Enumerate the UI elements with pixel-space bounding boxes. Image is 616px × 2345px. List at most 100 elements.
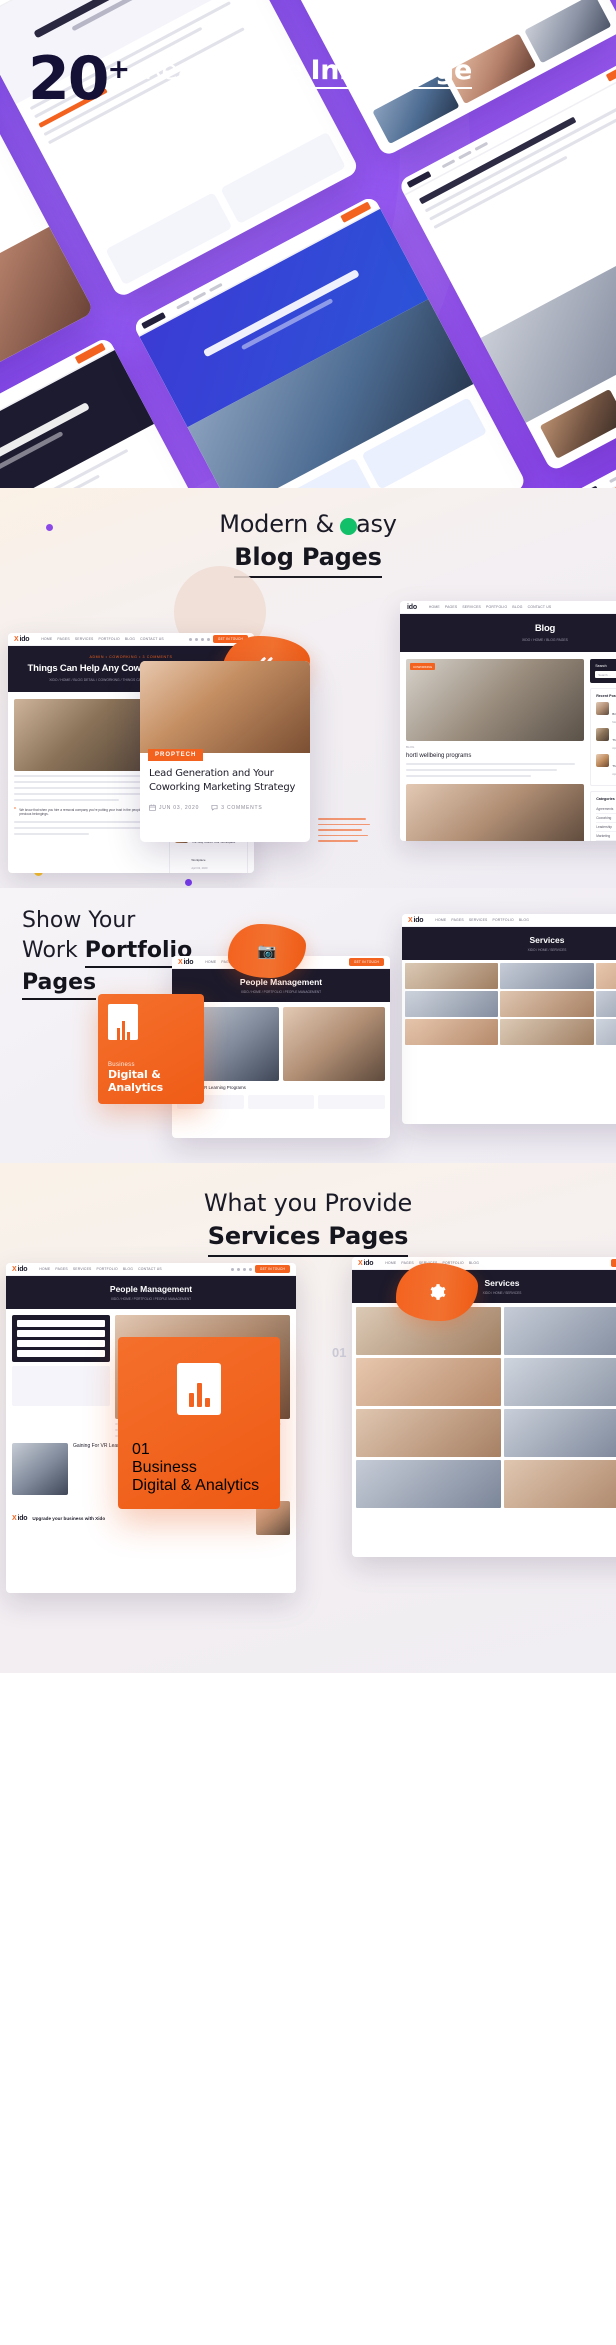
gallery-item[interactable] [500,1019,594,1045]
services-right-mockup[interactable]: Xido HOME PAGES SERVICES PORTFOLIO BLOG … [352,1257,616,1557]
post-image: COWORKING [406,659,585,741]
blog-list-title: Blog [534,623,556,634]
services-card-number: 01 [132,1441,150,1458]
search-widget: Search Search ... [590,659,616,683]
people-right [283,1007,385,1090]
featured-card-title[interactable]: Lead Generation and Your Coworking Marke… [149,767,301,795]
social-icon[interactable] [188,637,192,641]
services-navbar: Xido HOME PAGES SERVICES PORTFOLIO BLOG … [402,914,616,927]
recent-post-item[interactable]: Things Can Help Any Coworking Flourish A… [596,728,616,750]
portfolio-orange-card[interactable]: Business Digital & Analytics [98,994,204,1104]
left-navbar: Xido HOME PAGES SERVICES PORTFOLIO BLOG … [6,1263,296,1276]
portfolio-card-title: Digital & Analytics [108,1068,164,1094]
get-in-touch-button[interactable]: GET IN TOUCH [254,1265,290,1273]
menu-item[interactable] [17,1320,106,1327]
menu-item[interactable] [17,1340,106,1347]
recent-post-title: Things Can Help Any Coworking Flourish A… [612,738,616,742]
gallery-item[interactable] [595,963,616,989]
blog-detail-navbar: Xido HOME PAGES SERVICES PORTFOLIO BLOG … [8,633,254,646]
categories-widget: Categories Agreements› Coworking› Leader… [590,791,616,841]
services-page-mockup[interactable]: Xido HOME PAGES SERVICES PORTFOLIO BLOG … [402,914,616,1124]
promo-page: 350m50k+ [0,0,616,2345]
gallery-item[interactable] [500,963,594,989]
hero-headline-underline: Inner Page [310,55,472,89]
gallery-item[interactable] [595,1019,616,1045]
nav-links[interactable]: HOME PAGES SERVICES PORTFOLIO BLOG [435,918,529,922]
nav-links[interactable]: HOME PAGES SERVICES PORTFOLIO BLOG CONTA… [41,637,163,641]
social-icon[interactable] [242,1267,246,1271]
recent-post-date: April 02, 2020 [191,867,208,870]
services-breadcrumb: XIDO / HOME / SERVICES [527,948,567,952]
gallery-item[interactable] [503,1460,616,1508]
mockup-logo [573,484,599,488]
recent-post-thumb [596,728,610,741]
feature-box [318,1095,385,1109]
blog-heading-line2: Blog Pages [234,540,382,578]
gallery-item[interactable] [503,1307,616,1355]
social-icon[interactable] [206,637,210,641]
gallery-item[interactable] [356,1460,501,1508]
blog-list-mockup[interactable]: ido HOME PAGES SERVICES PORTFOLIO BLOG C… [400,601,616,841]
menu-item[interactable] [17,1330,106,1337]
services-heading: What you Provide Services Pages [0,1163,616,1257]
gallery-item[interactable] [356,1358,501,1406]
hero-headline: Reay to Use Inner Page Layouts [144,50,474,122]
gallery-item[interactable] [500,991,594,1017]
gallery-item[interactable] [405,991,499,1017]
categories-title: Categories [596,797,615,801]
blog-list-sidebar: Search Search ... Recent Post Bringing a… [590,659,616,841]
nav-links[interactable]: HOME PAGES SERVICES PORTFOLIO BLOG CONTA… [429,605,551,609]
social-icon[interactable] [194,637,198,641]
social-icon[interactable] [230,1267,234,1271]
nav-links[interactable]: HOME PAGES SERVICES PORTFOLIO BLOG CONTA… [39,1267,161,1271]
category-item[interactable]: Leadership› [596,823,616,832]
recent-post-thumb [596,754,610,767]
post-kicker: ADMIN • COWORKING • 3 COMMENTS [89,655,173,659]
decorative-wave-lines [318,818,370,846]
nav-right: GET IN TOUCH [348,958,384,966]
get-in-touch-button[interactable]: GET IN TOUCH [348,958,384,966]
category-item[interactable]: Marketing› [596,832,616,841]
get-in-touch-button[interactable]: GET IN TOUCH [610,1259,616,1267]
category-item[interactable]: Agreements› [596,805,616,814]
left-menu-box [12,1315,111,1362]
social-icon[interactable] [248,1267,252,1271]
gallery-item[interactable] [595,991,616,1017]
hero-title: 20+ Reay to Use Inner Page Layouts [28,49,474,122]
people-page-mockup[interactable]: Xido HOME PAGES SERVICES PORTFOLIO GET I… [172,956,390,1138]
category-item[interactable]: Coworking› [596,814,616,823]
recent-post-date: April 02, 2020 [612,773,616,776]
mockup-nav-links [608,456,616,483]
featured-card-meta: JUN 03, 2020 3 COMMENTS [149,804,301,811]
gallery-item[interactable] [356,1409,501,1457]
search-input[interactable]: Search ... [595,671,616,678]
social-icon[interactable] [236,1267,240,1271]
recent-posts-widget: Recent Post Bringing an inclement wellbe… [590,688,616,786]
gallery-item[interactable] [503,1409,616,1457]
blog-list-body: COWORKING BLOG hortl wellbeing programs … [400,652,616,841]
brand-logo: Xido [12,1265,28,1273]
left-hero: People Management XIDO / HOME / PORTFOLI… [6,1276,296,1309]
post-title[interactable]: hortl wellbeing programs [406,753,584,759]
services-card-text: Business Digital & Analytics [132,1459,266,1495]
featured-card-date: JUN 03, 2020 [149,804,199,811]
chart-document-icon [177,1362,221,1415]
recent-post-date: May 11, 2020 [612,721,616,724]
recent-post-item[interactable]: Bringing an inclement wellbeing programs… [596,702,616,724]
social-icon[interactable] [200,637,204,641]
people-body: Gaining For VR Learning Programs [172,1002,390,1095]
menu-item[interactable] [17,1350,106,1357]
recent-post-item[interactable]: The Way Words Your Workspace Workplace Ap… [596,754,616,776]
image-icon: 📷 [257,943,277,960]
services-orange-card[interactable]: 01 Business Digital & Analytics [118,1337,280,1509]
nav-right: GET IN TOUCH [230,1265,290,1273]
gallery-item[interactable] [405,1019,499,1045]
post-image [406,784,585,841]
brand-logo: Xido [178,958,194,966]
featured-blog-card[interactable]: PROPTECH Lead Generation and Your Cowork… [140,661,310,842]
decorative-dot-purple [46,524,53,531]
people-title: People Management [239,977,323,987]
gallery-item[interactable] [503,1358,616,1406]
hero-count-plus: + [107,54,131,85]
gallery-item[interactable] [405,963,499,989]
